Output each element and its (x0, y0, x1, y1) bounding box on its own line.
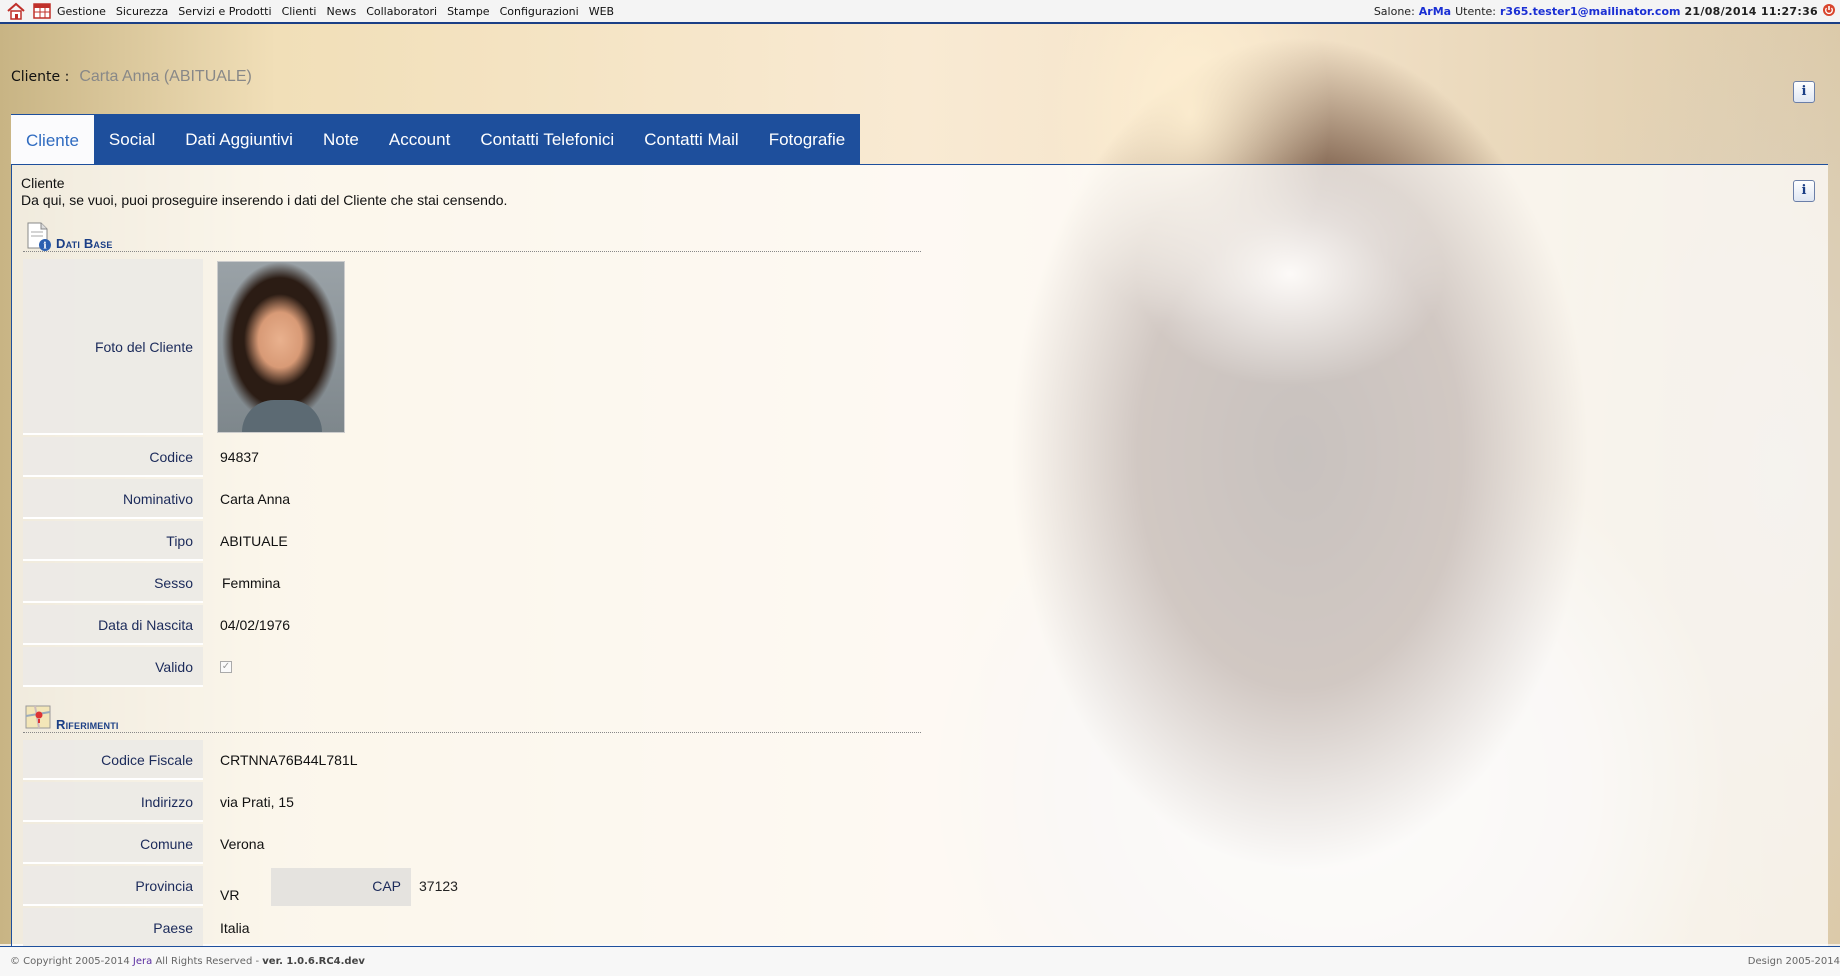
photo-row: Foto del Cliente (23, 259, 1023, 435)
section-riferimenti-title: Riferimenti (56, 717, 119, 732)
document-info-icon: i (23, 221, 53, 252)
menu-clienti[interactable]: Clienti (277, 5, 322, 18)
field-row-codice: Codice 94837 (23, 437, 1023, 477)
logout-icon[interactable] (1822, 3, 1836, 20)
field-row-comune: Comune Verona (23, 824, 1023, 864)
salone-value: ArMa (1418, 4, 1452, 18)
tab-contatti-mail[interactable]: Contatti Mail (629, 114, 753, 165)
svg-text:i: i (43, 242, 47, 252)
menu-gestione[interactable]: Gestione (52, 5, 111, 18)
cap-label: CAP (271, 868, 411, 906)
tab-note[interactable]: Note (308, 114, 374, 165)
section-dati-base-header: i Dati Base (23, 220, 921, 252)
photo-label: Foto del Cliente (23, 259, 203, 435)
field-value: ABITUALE (220, 533, 288, 549)
field-label: Comune (23, 824, 203, 864)
field-value: Verona (220, 836, 265, 852)
menu-news[interactable]: News (321, 5, 361, 18)
field-row-nominativo: Nominativo Carta Anna (23, 479, 1023, 519)
field-row-paese: Paese Italia (23, 908, 1023, 948)
tab-cliente[interactable]: Cliente (11, 114, 94, 165)
valido-checkbox[interactable]: ✓ (220, 661, 232, 673)
session-info: Salone: ArMa Utente: r365.tester1@mailin… (1374, 3, 1840, 20)
client-photo[interactable] (217, 261, 345, 433)
page-info-button[interactable]: i (1793, 81, 1815, 103)
menu-stampe[interactable]: Stampe (442, 5, 495, 18)
field-label: Valido (23, 647, 203, 687)
map-icon (23, 702, 53, 732)
home-icon[interactable] (6, 2, 26, 20)
field-value: via Prati, 15 (220, 794, 294, 810)
menu-configurazioni[interactable]: Configurazioni (495, 5, 584, 18)
tab-bar: Cliente Social Dati Aggiuntivi Note Acco… (11, 114, 861, 165)
top-menu-bar: Gestione Sicurezza Servizi e Prodotti Cl… (0, 0, 1840, 24)
company-link[interactable]: Jera (133, 956, 152, 967)
section-riferimenti-header: Riferimenti (23, 701, 921, 733)
field-value: 04/02/1976 (220, 617, 291, 633)
field-value: Femmina (222, 575, 281, 591)
menu-web[interactable]: WEB (584, 5, 619, 18)
menu-collaboratori[interactable]: Collaboratori (361, 5, 442, 18)
salone-label: Salone: (1373, 4, 1415, 18)
client-header-label: Cliente : (11, 69, 70, 85)
tab-fotografie[interactable]: Fotografie (754, 114, 861, 165)
field-value: 94837 (220, 449, 259, 465)
field-label: Sesso (23, 563, 203, 603)
field-row-valido: Valido ✓ (23, 647, 1023, 687)
panel-info-button[interactable]: i (1793, 180, 1815, 202)
datetime: 21/08/2014 11:27:36 (1684, 4, 1818, 18)
footer-design: Design 2005-2014 (1747, 956, 1840, 967)
field-label: Indirizzo (23, 782, 203, 822)
version-text: ver. 1.0.6.RC4.dev (262, 956, 365, 967)
tab-contatti-telefonici[interactable]: Contatti Telefonici (465, 114, 629, 165)
field-label: Nominativo (23, 479, 203, 519)
field-label: Tipo (23, 521, 203, 561)
calendar-icon[interactable] (32, 2, 52, 20)
field-value: Carta Anna (220, 491, 291, 507)
field-row-provincia: Provincia VR CAP 37123 (23, 866, 1023, 906)
footer-copyright: © Copyright 2005-2014 Jera All Rights Re… (10, 956, 365, 967)
footer: © Copyright 2005-2014 Jera All Rights Re… (0, 946, 1840, 976)
utente-label: Utente: (1455, 4, 1496, 18)
section-dati-base-title: Dati Base (56, 236, 113, 251)
cap-value: 37123 (419, 878, 458, 894)
tab-social[interactable]: Social (94, 114, 170, 165)
panel-title: Cliente (21, 175, 65, 191)
rights-text: All Rights Reserved - (155, 956, 260, 967)
utente-value: r365.tester1@mailinator.com (1500, 4, 1681, 18)
panel-description: Da qui, se vuoi, puoi proseguire inseren… (21, 192, 508, 208)
tab-dati-aggiuntivi[interactable]: Dati Aggiuntivi (170, 114, 308, 165)
field-label: Paese (23, 908, 203, 948)
field-label: Codice Fiscale (23, 740, 203, 780)
field-row-indirizzo: Indirizzo via Prati, 15 (23, 782, 1023, 822)
field-row-sesso: Sesso Femmina (23, 563, 1023, 603)
field-row-codice-fiscale: Codice Fiscale CRTNNA76B44L781L (23, 740, 1023, 780)
menu-sicurezza[interactable]: Sicurezza (111, 5, 173, 18)
field-label: Provincia (23, 866, 203, 906)
tab-account[interactable]: Account (374, 114, 465, 165)
field-label: Data di Nascita (23, 605, 203, 645)
content-panel: Cliente Da qui, se vuoi, puoi proseguire… (11, 164, 1828, 948)
client-header-value: Carta Anna (ABITUALE) (79, 68, 252, 85)
field-row-tipo: Tipo ABITUALE (23, 521, 1023, 561)
field-value: Italia (220, 920, 250, 936)
copyright-text: © Copyright 2005-2014 (10, 956, 130, 967)
field-value: CRTNNA76B44L781L (220, 752, 358, 768)
client-header: Cliente : Carta Anna (ABITUALE) (11, 68, 252, 86)
menu-servizi-prodotti[interactable]: Servizi e Prodotti (173, 5, 276, 18)
field-row-data-nascita: Data di Nascita 04/02/1976 (23, 605, 1023, 645)
field-label: Codice (23, 437, 203, 477)
